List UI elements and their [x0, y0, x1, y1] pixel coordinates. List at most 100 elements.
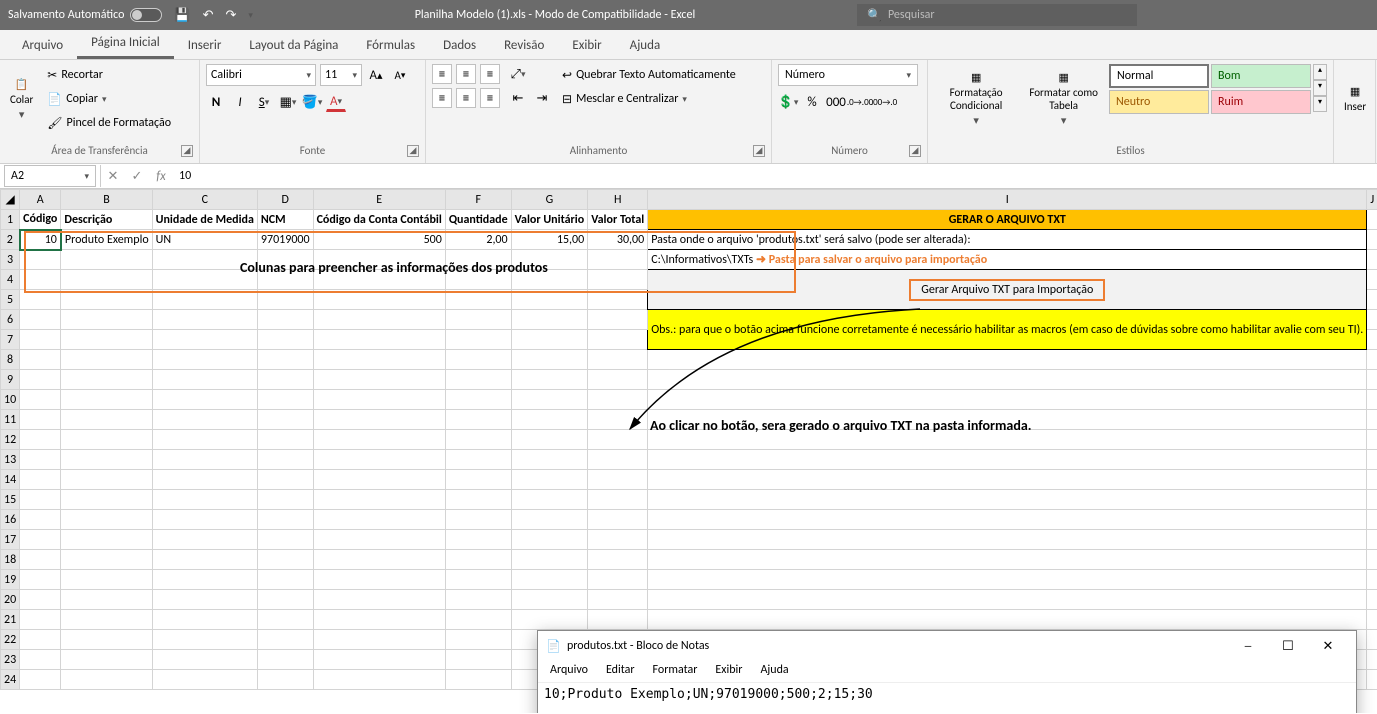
align-right-icon[interactable]: ≡	[480, 88, 500, 108]
tab-revisao[interactable]: Revisão	[490, 32, 558, 59]
minimize-button[interactable]: ─	[1228, 634, 1268, 658]
gerar-txt-button[interactable]: Gerar Arquivo TXT para Importação	[909, 279, 1105, 301]
cell-H4[interactable]	[588, 270, 648, 290]
cell-B4[interactable]	[61, 270, 152, 290]
cell-J2[interactable]	[1367, 230, 1377, 250]
cut-button[interactable]: ✂Recortar	[43, 64, 175, 86]
format-as-table-button[interactable]: ▦ Formatar como Tabela▾	[1024, 64, 1103, 134]
row-header-8[interactable]: 8	[1, 350, 20, 370]
number-launcher[interactable]: ◢	[909, 145, 921, 157]
cell-B1[interactable]: Descrição	[61, 210, 152, 230]
tab-arquivo[interactable]: Arquivo	[8, 32, 77, 59]
notepad-menu-formatar[interactable]: Formatar	[645, 661, 706, 682]
insert-cells-button[interactable]: ▦Inser	[1340, 64, 1370, 134]
notepad-content[interactable]: 10;Produto Exemplo;UN;97019000;500;2;15;…	[538, 683, 1356, 713]
col-header-F[interactable]: F	[445, 190, 511, 210]
col-header-E[interactable]: E	[313, 190, 445, 210]
row-header-14[interactable]: 14	[1, 470, 20, 490]
row-header-18[interactable]: 18	[1, 550, 20, 570]
col-header-A[interactable]: A	[20, 190, 61, 210]
comma-icon[interactable]: 000	[826, 92, 846, 112]
align-top-icon[interactable]: ≡	[432, 64, 452, 84]
cell-D1[interactable]: NCM	[257, 210, 313, 230]
cell-H3[interactable]	[588, 250, 648, 270]
row-header-1[interactable]: 1	[1, 210, 20, 230]
align-center-icon[interactable]: ≡	[456, 88, 476, 108]
cell-B2[interactable]: Produto Exemplo	[61, 230, 152, 250]
fx-icon[interactable]: fx	[149, 165, 173, 187]
cell-J3[interactable]	[1367, 250, 1377, 270]
notepad-menu-ajuda[interactable]: Ajuda	[752, 661, 796, 682]
wrap-text-button[interactable]: ↩Quebrar Texto Automaticamente	[558, 64, 740, 86]
formula-input[interactable]: 10	[173, 165, 1377, 187]
cell-E2[interactable]: 500	[313, 230, 445, 250]
style-bom[interactable]: Bom	[1211, 64, 1311, 88]
font-size-select[interactable]: 11▾	[320, 64, 362, 86]
row-header-20[interactable]: 20	[1, 590, 20, 610]
style-neutro[interactable]: Neutro	[1109, 90, 1209, 114]
col-header-I[interactable]: I	[648, 190, 1367, 210]
copy-button[interactable]: 📄Copiar▾	[43, 88, 175, 110]
tab-dados[interactable]: Dados	[429, 32, 490, 59]
row-header-4[interactable]: 4	[1, 270, 20, 290]
close-button[interactable]: ✕	[1308, 634, 1348, 658]
cell-C2[interactable]: UN	[152, 230, 257, 250]
styles-up-icon[interactable]: ▴	[1313, 64, 1327, 80]
tab-ajuda[interactable]: Ajuda	[616, 32, 675, 59]
conditional-formatting-button[interactable]: ▦ Formatação Condicional▾	[934, 64, 1018, 134]
styles-more-icon[interactable]: ▾	[1313, 96, 1327, 112]
styles-down-icon[interactable]: ▾	[1313, 80, 1327, 96]
col-header-J[interactable]: J	[1367, 190, 1377, 210]
cell-G2[interactable]: 15,00	[511, 230, 588, 250]
row-header-10[interactable]: 10	[1, 390, 20, 410]
align-left-icon[interactable]: ≡	[432, 88, 452, 108]
row-header-7[interactable]: 7	[1, 330, 20, 350]
row-header-13[interactable]: 13	[1, 450, 20, 470]
align-launcher[interactable]: ◢	[753, 145, 765, 157]
undo-icon[interactable]: ↶	[203, 8, 214, 23]
italic-button[interactable]: I	[230, 92, 250, 112]
cell-F2[interactable]: 2,00	[445, 230, 511, 250]
col-header-C[interactable]: C	[152, 190, 257, 210]
row-header-19[interactable]: 19	[1, 570, 20, 590]
increase-font-icon[interactable]: A▴	[366, 65, 386, 85]
decrease-font-icon[interactable]: A▾	[390, 65, 410, 85]
row-header-15[interactable]: 15	[1, 490, 20, 510]
cell-I2[interactable]: Pasta onde o arquivo 'produtos.txt' será…	[648, 230, 1367, 250]
maximize-button[interactable]: ☐	[1268, 634, 1308, 658]
decrease-decimal-icon[interactable]: .00→.0	[874, 92, 894, 112]
row-header-24[interactable]: 24	[1, 670, 20, 690]
row-header-12[interactable]: 12	[1, 430, 20, 450]
font-name-select[interactable]: Calibri▾	[206, 64, 316, 86]
row-header-22[interactable]: 22	[1, 630, 20, 650]
cell-H2[interactable]: 30,00	[588, 230, 648, 250]
notepad-menu-exibir[interactable]: Exibir	[707, 661, 750, 682]
row-header-2[interactable]: 2	[1, 230, 20, 250]
underline-button[interactable]: S▾	[254, 92, 274, 112]
style-ruim[interactable]: Ruim	[1211, 90, 1311, 114]
row-header-6[interactable]: 6	[1, 310, 20, 330]
cell-D2[interactable]: 97019000	[257, 230, 313, 250]
border-button[interactable]: ▦▾	[278, 92, 298, 112]
search-box[interactable]: 🔍 Pesquisar	[857, 4, 1137, 26]
cell-I3[interactable]: C:\Informativos\TXTs ➜ Pasta para salvar…	[648, 250, 1367, 270]
name-box[interactable]: A2▾	[4, 165, 96, 187]
cell-G1[interactable]: Valor Unitário	[511, 210, 588, 230]
cell-A2[interactable]: 10	[20, 230, 61, 250]
increase-decimal-icon[interactable]: .0→.00	[850, 92, 870, 112]
row-header-17[interactable]: 17	[1, 530, 20, 550]
col-header-B[interactable]: B	[61, 190, 152, 210]
font-color-button[interactable]: A▾	[326, 92, 346, 112]
enter-icon[interactable]: ✓	[125, 165, 149, 187]
autosave-toggle[interactable]: Salvamento Automático	[8, 8, 162, 22]
paste-button[interactable]: 📋 Colar ▾	[6, 64, 37, 134]
align-bottom-icon[interactable]: ≡	[480, 64, 500, 84]
merge-button[interactable]: ⊟Mesclar e Centralizar▾	[558, 88, 740, 110]
row-header-9[interactable]: 9	[1, 370, 20, 390]
worksheet-grid[interactable]: ◢ A B C D E F G H I J K 1 Código Descriç…	[0, 189, 1377, 713]
tab-layout[interactable]: Layout da Página	[235, 32, 352, 59]
font-launcher[interactable]: ◢	[407, 145, 419, 157]
cell-H1[interactable]: Valor Total	[588, 210, 648, 230]
cell-I4[interactable]: Gerar Arquivo TXT para Importação	[648, 270, 1367, 310]
cell-J4[interactable]	[1367, 270, 1377, 290]
